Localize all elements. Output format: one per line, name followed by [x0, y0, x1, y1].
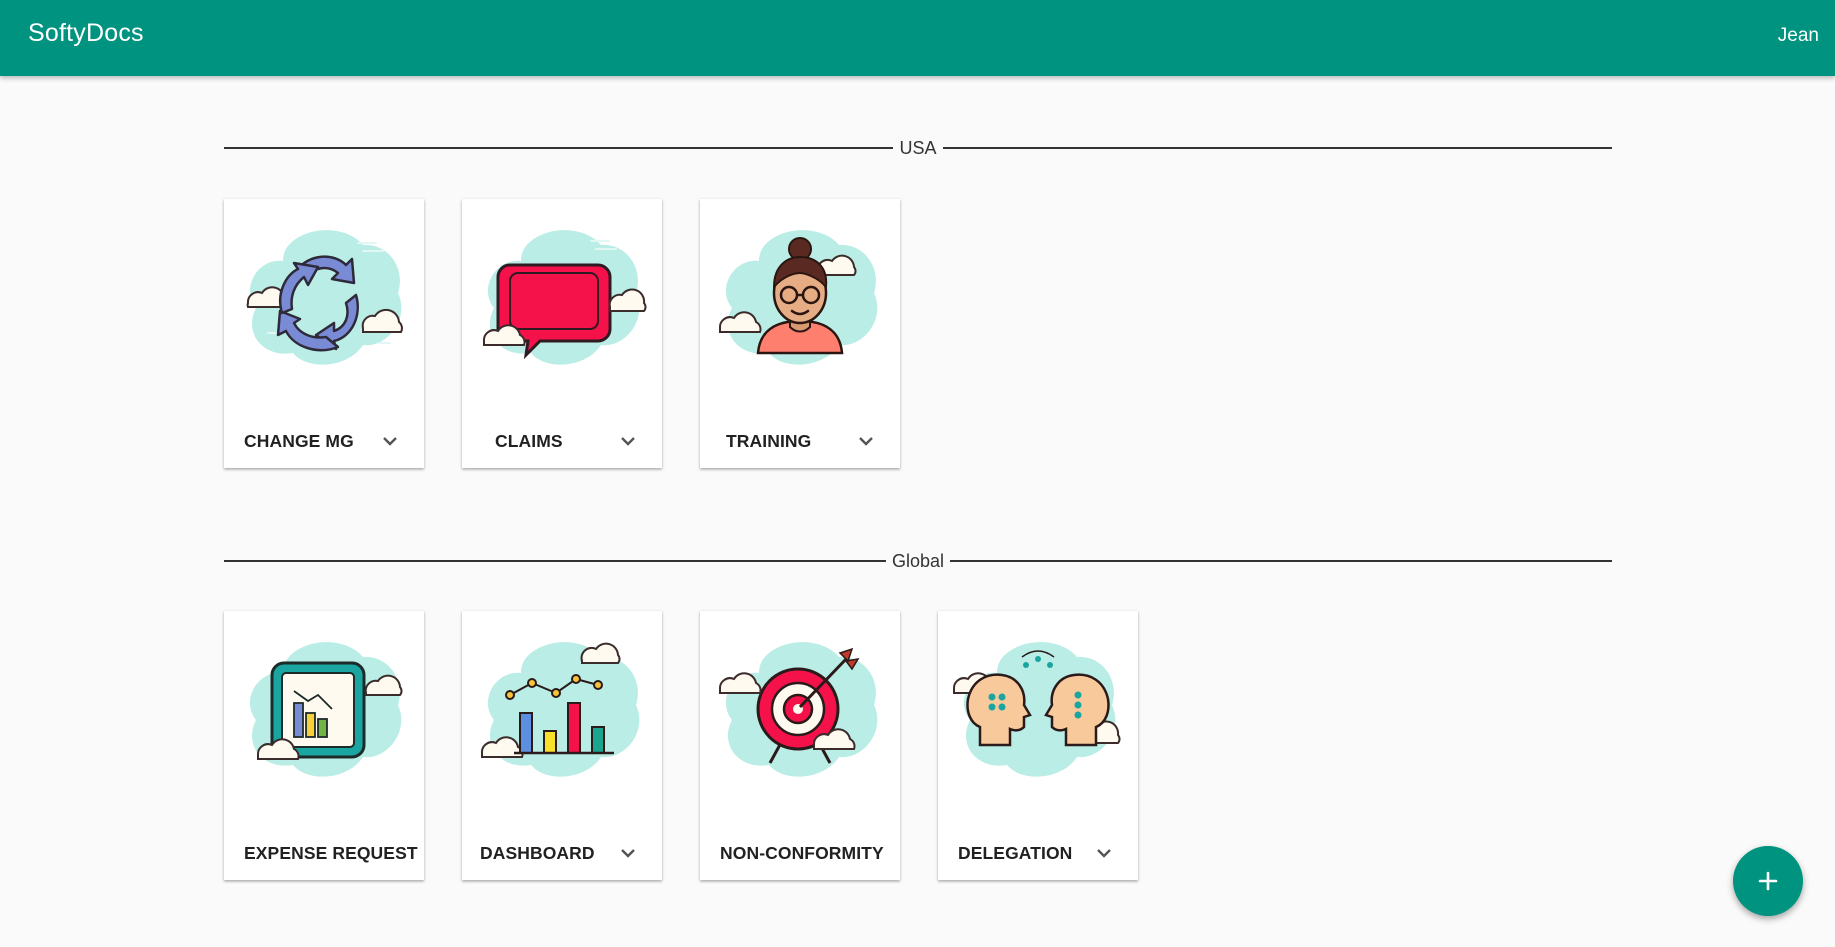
card-non-conformity[interactable]: NON-CONFORMITY — [700, 611, 900, 880]
section-label: Global — [885, 551, 951, 571]
target-arrow-icon — [714, 635, 886, 785]
chevron-down-icon[interactable] — [852, 427, 880, 455]
card-title: CHANGE MG — [244, 431, 354, 451]
card-change-mg[interactable]: CHANGE MG — [224, 199, 424, 468]
top-app-bar: SoftyDocs Jean — [0, 0, 1835, 76]
woman-avatar-icon — [714, 223, 886, 373]
plus-icon — [1758, 871, 1778, 891]
card-title: DASHBOARD — [480, 843, 595, 863]
card-title: DELEGATION — [958, 843, 1073, 863]
add-button[interactable] — [1733, 846, 1803, 916]
chevron-down-icon[interactable] — [376, 427, 404, 455]
report-chart-icon — [238, 635, 410, 785]
section-header-global: Global — [224, 549, 1612, 573]
section-label: USA — [893, 138, 943, 158]
two-heads-icon — [952, 635, 1124, 785]
card-expense-request[interactable]: EXPENSE REQUEST — [224, 611, 424, 880]
bar-chart-icon — [476, 635, 648, 785]
app-title[interactable]: SoftyDocs — [28, 19, 144, 48]
speech-bubble-icon — [476, 223, 648, 373]
card-dashboard[interactable]: DASHBOARD — [462, 611, 662, 880]
card-delegation[interactable]: DELEGATION — [938, 611, 1138, 880]
card-claims[interactable]: CLAIMS — [462, 199, 662, 468]
section-header-usa: USA — [224, 136, 1612, 160]
card-training[interactable]: TRAINING — [700, 199, 900, 468]
chevron-down-icon[interactable] — [614, 427, 642, 455]
card-title: CLAIMS — [495, 431, 563, 451]
card-title: EXPENSE REQUEST — [244, 843, 418, 863]
chevron-down-icon[interactable] — [1090, 839, 1118, 867]
cycle-arrows-icon — [238, 223, 410, 373]
chevron-down-icon[interactable] — [614, 839, 642, 867]
card-title: NON-CONFORMITY — [720, 843, 884, 863]
user-menu[interactable]: Jean — [1778, 25, 1819, 47]
card-title: TRAINING — [726, 431, 812, 451]
